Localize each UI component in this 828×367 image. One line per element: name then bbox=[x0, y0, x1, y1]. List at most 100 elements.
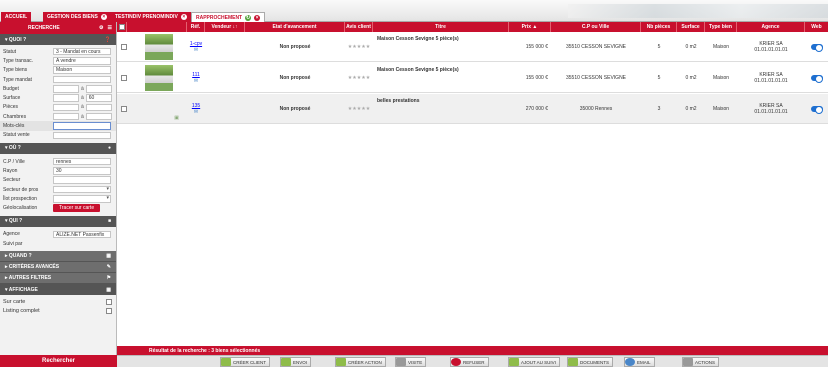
header-type[interactable]: Type bien bbox=[705, 22, 737, 32]
field-secteur: Secteur bbox=[0, 176, 116, 185]
tab-testindiv[interactable]: TESTINDIV PRENOMINDIV × bbox=[111, 12, 191, 22]
cp-ville-input[interactable]: rennes bbox=[53, 157, 111, 166]
surface-max-input[interactable]: 60 bbox=[85, 94, 112, 102]
ajout-suivi-button[interactable]: AJOUT AU SUIVI bbox=[508, 357, 560, 367]
mots-cles-input[interactable] bbox=[53, 122, 111, 130]
header-etat[interactable]: Etat d'avancement bbox=[245, 22, 345, 32]
mail-icon[interactable]: ✉ bbox=[194, 47, 198, 53]
header-ville[interactable]: C.P ou Ville bbox=[551, 22, 641, 32]
rayon-input[interactable]: 30 bbox=[53, 167, 111, 175]
surface-min-input[interactable] bbox=[53, 94, 79, 102]
web-toggle[interactable] bbox=[810, 106, 823, 114]
pieces-max-input[interactable] bbox=[85, 103, 112, 112]
web-toggle[interactable] bbox=[810, 75, 823, 83]
header-photo bbox=[127, 22, 187, 32]
result-summary: Résultat de la recherche : 3 biens sélec… bbox=[117, 346, 828, 355]
rechercher-button[interactable]: Rechercher bbox=[0, 355, 117, 367]
chambres-max-input[interactable] bbox=[85, 112, 112, 121]
statut-input[interactable]: 3 - Mandat en cours bbox=[53, 47, 111, 56]
header-ref[interactable]: Réf. bbox=[187, 22, 205, 32]
agence-input[interactable]: ALIZE.NET Passenfix bbox=[53, 230, 111, 239]
header-vendeur[interactable]: Vendeur ↓↑ bbox=[205, 22, 245, 32]
tab-rapprochement[interactable]: RAPPROCHEMENT ↻ × bbox=[191, 12, 266, 22]
web-toggle[interactable] bbox=[810, 44, 823, 52]
type-mandat-input[interactable] bbox=[53, 75, 111, 84]
row-checkbox[interactable] bbox=[121, 44, 127, 50]
rating-stars[interactable]: ★★★★★ bbox=[348, 44, 370, 50]
add-action-icon bbox=[336, 358, 346, 366]
type-biens-input[interactable]: Maison bbox=[53, 66, 111, 74]
tracer-carte-button[interactable]: Tracer sur carte bbox=[53, 204, 101, 213]
chambres-min-input[interactable] bbox=[53, 112, 79, 121]
header-surface[interactable]: Surface bbox=[677, 22, 705, 32]
question-icon: ❓ bbox=[104, 36, 111, 43]
envoi-button[interactable]: ENVOI bbox=[280, 357, 312, 367]
tab-gestion-biens[interactable]: GESTION DES BIENS × bbox=[43, 12, 111, 22]
select-all-checkbox[interactable] bbox=[117, 22, 127, 32]
property-photo[interactable] bbox=[145, 65, 173, 91]
field-statut-vente: Statut vente bbox=[0, 131, 116, 140]
type-cell: Maison bbox=[712, 75, 730, 81]
table-row[interactable]: ▣ 135 ✉ Non proposé ★★★★★ belles prestati… bbox=[117, 94, 828, 124]
ville-cell: 35510 CESSON SEVIGNE bbox=[565, 44, 627, 50]
mail-icon[interactable]: ✉ bbox=[194, 78, 198, 84]
header-web[interactable]: Web bbox=[805, 22, 828, 32]
close-icon[interactable]: × bbox=[254, 14, 261, 21]
rating-stars[interactable]: ★★★★★ bbox=[348, 75, 370, 81]
header-avis[interactable]: Avis client bbox=[345, 22, 373, 32]
section-autres[interactable]: ▸ AUTRES FILTRES ⚑ bbox=[0, 273, 116, 285]
results-panel: Réf. Vendeur ↓↑ Etat d'avancement Avis c… bbox=[117, 22, 828, 367]
ilot-select[interactable] bbox=[53, 195, 111, 203]
row-checkbox[interactable] bbox=[121, 106, 127, 112]
mail-icon[interactable]: ✉ bbox=[194, 109, 198, 115]
pieces-min-input[interactable] bbox=[53, 103, 79, 112]
menu-icon[interactable]: ☰ bbox=[108, 25, 112, 31]
budget-min-input[interactable] bbox=[53, 85, 79, 93]
statut-vente-input[interactable] bbox=[53, 131, 111, 140]
surface-cell: 0 m2 bbox=[685, 106, 697, 112]
section-qui[interactable]: ▾ QUI ? ■ bbox=[0, 215, 116, 227]
gear-icon[interactable]: ⚙ bbox=[99, 25, 103, 31]
agence-tel: 01.01.01.01.01 bbox=[754, 109, 788, 115]
secteur-input[interactable] bbox=[53, 176, 111, 184]
etat-cell: Non proposé bbox=[279, 75, 311, 81]
documents-button[interactable]: DOCUMENTS bbox=[567, 357, 613, 367]
header-agence[interactable]: Agence bbox=[737, 22, 805, 32]
close-icon[interactable]: × bbox=[180, 14, 187, 20]
creer-action-button[interactable]: CRÉER ACTION bbox=[335, 357, 386, 367]
type-transac-input[interactable]: A vendre bbox=[53, 57, 111, 65]
table-row[interactable]: 1-cpv ✉ Non proposé ★★★★★ Maison Cesson S… bbox=[117, 32, 828, 62]
actions-icon bbox=[683, 358, 693, 366]
surface-cell: 0 m2 bbox=[685, 44, 697, 50]
visite-button[interactable]: VISITE bbox=[395, 357, 427, 367]
field-secteur-pros: Secteur de pros bbox=[0, 185, 116, 194]
location-pin-icon: ● bbox=[107, 145, 111, 152]
section-criteres[interactable]: ▸ CRITÈRES AVANCÉS ✎ bbox=[0, 262, 116, 274]
header-pieces[interactable]: Nb pièces bbox=[641, 22, 677, 32]
tab-accueil[interactable]: ACCUEIL bbox=[1, 12, 32, 22]
section-ou[interactable]: ▾ OÙ ? ● bbox=[0, 142, 116, 154]
actions-button[interactable]: ACTIONS bbox=[682, 357, 720, 367]
header-titre[interactable]: Titre bbox=[373, 22, 509, 32]
close-icon[interactable]: × bbox=[100, 14, 107, 20]
row-checkbox[interactable] bbox=[121, 75, 127, 81]
creer-client-button[interactable]: CRÉER CLIENT bbox=[220, 357, 271, 367]
field-ilot: Îlot prospection bbox=[0, 194, 116, 203]
listing-checkbox[interactable] bbox=[106, 308, 112, 315]
refuser-button[interactable]: REFUSER bbox=[450, 357, 489, 367]
sur-carte-checkbox[interactable] bbox=[106, 298, 112, 305]
budget-max-input[interactable] bbox=[85, 85, 112, 93]
no-photo-icon: ▣ bbox=[174, 115, 179, 121]
section-quoi[interactable]: ▾ QUOI ? ❓ bbox=[0, 34, 116, 45]
secteur-pros-select[interactable] bbox=[53, 185, 111, 194]
section-affichage[interactable]: ▾ AFFICHAGE ▦ bbox=[0, 284, 116, 296]
email-button[interactable]: EMAIL bbox=[624, 357, 655, 367]
agence-tel: 01.01.01.01.01 bbox=[754, 78, 788, 84]
rating-stars[interactable]: ★★★★★ bbox=[348, 106, 370, 112]
header-prix[interactable]: Prix ▲ bbox=[509, 22, 551, 32]
section-quand[interactable]: ▸ QUAND ? ▦ bbox=[0, 251, 116, 263]
table-row[interactable]: 111 ✉ Non proposé ★★★★★ Maison Cesson Sev… bbox=[117, 63, 828, 93]
property-photo[interactable] bbox=[145, 34, 173, 60]
send-icon bbox=[281, 358, 291, 366]
refresh-icon[interactable]: ↻ bbox=[245, 14, 252, 21]
